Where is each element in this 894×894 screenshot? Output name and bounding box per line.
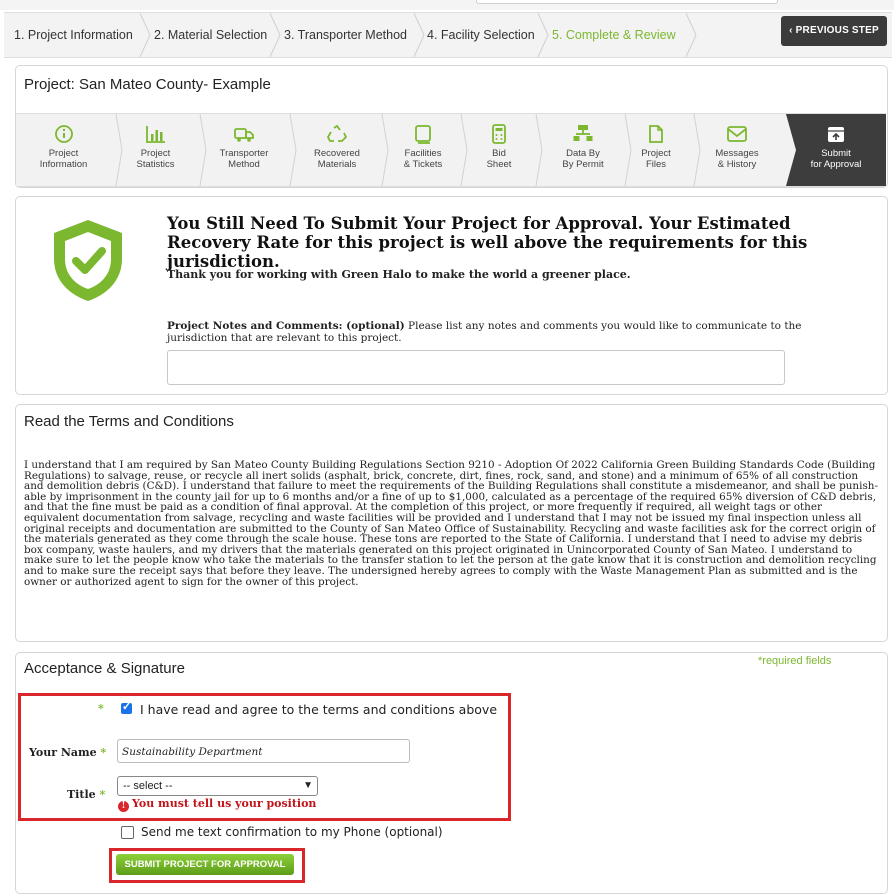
title-label-text: Title	[67, 788, 96, 801]
agree-checkbox[interactable]	[121, 700, 132, 714]
title-select[interactable]: -- select -- ▼	[117, 776, 318, 796]
tool-label: By Permit	[562, 159, 604, 170]
tool-label: Messages	[715, 148, 759, 159]
tool-label: Bid	[492, 148, 506, 159]
tool-submit-for-approval[interactable]: Submit for Approval	[786, 114, 886, 186]
files-icon	[649, 125, 663, 143]
wizard-steps: 1. Project Information 2. Material Selec…	[4, 12, 892, 58]
project-toolbar: Project Information Project Statistics Tra…	[16, 113, 886, 187]
title-select-value: -- select --	[123, 780, 173, 792]
title-error-text: You must tell us your position	[132, 797, 317, 810]
agree-required-star: *	[98, 702, 104, 715]
tool-facilities-tickets[interactable]: Facilities & Tickets	[388, 114, 458, 186]
top-input-fragment	[476, 0, 778, 4]
tool-bid-sheet[interactable]: Bid Sheet	[466, 114, 532, 186]
tool-label: Facilities	[404, 148, 442, 159]
chevron-separator-icon	[269, 13, 281, 57]
chevron-separator-icon	[139, 13, 151, 57]
terms-body: I understand that I am required by San M…	[24, 459, 878, 588]
name-label: Your Name *	[29, 746, 107, 759]
bar-chart-icon	[145, 126, 165, 143]
chevron-down-icon: ▼	[303, 780, 313, 791]
tool-label: for Approval	[810, 159, 862, 170]
tool-label: Method	[228, 159, 260, 170]
agree-label: I have read and agree to the terms and c…	[140, 702, 498, 717]
step-complete-review[interactable]: 5. Complete & Review	[552, 13, 676, 57]
tool-recovered-materials[interactable]: Recovered Materials	[296, 114, 378, 186]
terms-title: Read the Terms and Conditions	[24, 413, 234, 430]
tool-label: Files	[645, 159, 667, 170]
error-icon: !	[118, 801, 129, 812]
tool-label: Project	[140, 148, 171, 159]
tool-label: Recovered	[314, 148, 360, 159]
tool-label: Statistics	[136, 159, 175, 170]
title-label: Title *	[67, 788, 106, 801]
tool-transporter-method[interactable]: Transporter Method	[204, 114, 284, 186]
envelope-icon	[727, 126, 747, 142]
top-strip	[0, 0, 894, 10]
chevron-separator-icon	[537, 13, 549, 57]
submit-project-button[interactable]: SUBMIT PROJECT FOR APPROVAL	[116, 854, 294, 875]
tool-label: Sheet	[486, 159, 512, 170]
step-project-information[interactable]: 1. Project Information	[14, 13, 133, 57]
tool-label: Information	[39, 159, 88, 170]
tool-project-files[interactable]: Project Files	[630, 114, 682, 186]
previous-step-button[interactable]: ‹ PREVIOUS STEP	[781, 16, 887, 46]
tool-messages-history[interactable]: Messages & History	[701, 114, 773, 186]
step-material-selection[interactable]: 2. Material Selection	[154, 13, 267, 57]
notes-label-bold: Project Notes and Comments: (optional)	[167, 320, 405, 332]
tool-label: Transporter	[219, 148, 269, 159]
step-facility-selection[interactable]: 4. Facility Selection	[427, 13, 535, 57]
project-title: Project: San Mateo County- Example	[24, 76, 271, 93]
required-fields-note: *required fields	[758, 655, 832, 667]
name-label-text: Your Name	[29, 746, 97, 759]
upload-icon	[828, 127, 844, 142]
tool-label: Project	[48, 148, 79, 159]
facility-icon	[415, 125, 431, 144]
tool-label: Materials	[317, 159, 357, 170]
notes-label: Project Notes and Comments: (optional) P…	[167, 320, 847, 344]
acceptance-title: Acceptance & Signature	[24, 660, 185, 677]
status-headline: You Still Need To Submit Your Project fo…	[167, 214, 808, 271]
truck-icon	[234, 128, 254, 142]
title-error: ! You must tell us your position	[118, 797, 316, 812]
network-icon	[573, 125, 593, 141]
tool-project-statistics[interactable]: Project Statistics	[118, 114, 193, 186]
thanks-message: Thank you for working with Green Halo to…	[167, 268, 631, 281]
step-transporter-method[interactable]: 3. Transporter Method	[284, 13, 407, 57]
chevron-separator-icon	[685, 13, 697, 57]
recycle-icon	[326, 124, 348, 142]
tool-label: Project	[641, 148, 671, 159]
sms-label: Send me text confirmation to my Phone (o…	[141, 825, 443, 839]
tool-data-by-permit[interactable]: Data By By Permit	[542, 114, 624, 186]
tool-label: & Tickets	[403, 159, 443, 170]
info-icon	[54, 125, 73, 143]
calculator-icon	[492, 124, 506, 144]
chevron-separator-icon	[413, 13, 425, 57]
notes-textarea[interactable]	[167, 350, 785, 385]
name-input[interactable]: Sustainability Department	[117, 739, 410, 763]
shield-check-icon	[54, 220, 122, 301]
tool-label: Data By	[566, 148, 600, 159]
sms-checkbox[interactable]	[121, 826, 134, 839]
tool-project-information[interactable]: Project Information	[16, 114, 111, 186]
tool-label: & History	[717, 159, 757, 170]
tool-label: Submit	[821, 148, 851, 159]
